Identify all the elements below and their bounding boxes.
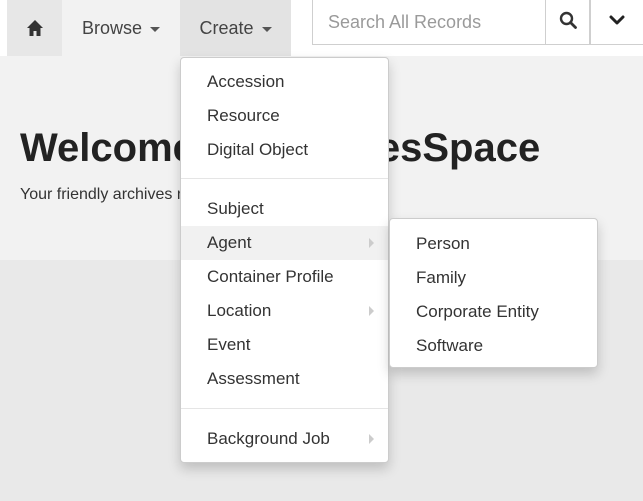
menu-item-label: Assessment bbox=[207, 369, 300, 388]
search-button[interactable] bbox=[545, 0, 590, 45]
menu-item-label: Accession bbox=[207, 72, 285, 91]
menu-item-container-profile[interactable]: Container Profile bbox=[181, 260, 388, 294]
menu-item-label: Container Profile bbox=[207, 267, 334, 286]
chevron-right-icon bbox=[369, 434, 374, 444]
submenu-item-family[interactable]: Family bbox=[390, 261, 597, 295]
search-input[interactable] bbox=[312, 0, 546, 45]
menu-item-label: Subject bbox=[207, 199, 264, 218]
menu-item-label: Background Job bbox=[207, 429, 330, 448]
menu-item-background-job[interactable]: Background Job bbox=[181, 422, 388, 456]
menu-item-label: Location bbox=[207, 301, 272, 320]
menu-item-agent[interactable]: Agent bbox=[181, 226, 388, 260]
top-navbar: Browse Create bbox=[0, 0, 643, 56]
menu-divider bbox=[181, 178, 388, 179]
chevron-right-icon bbox=[369, 238, 374, 248]
browse-label: Browse bbox=[81, 17, 143, 38]
create-menu-button[interactable]: Create bbox=[180, 0, 291, 56]
search-icon bbox=[559, 11, 577, 34]
create-label: Create bbox=[199, 17, 254, 38]
submenu-item-corporate-entity[interactable]: Corporate Entity bbox=[390, 295, 597, 329]
menu-item-label: Digital Object bbox=[207, 140, 309, 159]
caret-down-icon bbox=[150, 26, 161, 32]
menu-item-resource[interactable]: Resource bbox=[181, 99, 388, 133]
menu-item-label: Corporate Entity bbox=[416, 302, 539, 321]
caret-down-icon bbox=[261, 26, 272, 32]
menu-item-label: Event bbox=[207, 335, 251, 354]
menu-item-label: Family bbox=[416, 268, 467, 287]
menu-item-location[interactable]: Location bbox=[181, 294, 388, 328]
menu-item-subject[interactable]: Subject bbox=[181, 192, 388, 226]
menu-divider bbox=[181, 408, 388, 409]
search-options-button[interactable] bbox=[590, 0, 643, 45]
menu-item-label: Resource bbox=[207, 106, 280, 125]
home-icon bbox=[26, 19, 44, 37]
agent-submenu: Person Family Corporate Entity Software bbox=[389, 218, 598, 368]
create-dropdown-menu: Accession Resource Digital Object Subjec… bbox=[180, 57, 389, 463]
chevron-right-icon bbox=[369, 306, 374, 316]
menu-item-label: Software bbox=[416, 336, 484, 355]
submenu-item-software[interactable]: Software bbox=[390, 329, 597, 363]
menu-item-event[interactable]: Event bbox=[181, 328, 388, 362]
chevron-down-icon bbox=[609, 13, 625, 31]
home-button[interactable] bbox=[7, 0, 62, 56]
submenu-item-person[interactable]: Person bbox=[390, 227, 597, 261]
menu-item-accession[interactable]: Accession bbox=[181, 65, 388, 99]
browse-menu-button[interactable]: Browse bbox=[62, 0, 180, 56]
menu-item-digital-object[interactable]: Digital Object bbox=[181, 133, 388, 167]
menu-item-label: Agent bbox=[207, 233, 252, 252]
menu-item-assessment[interactable]: Assessment bbox=[181, 362, 388, 396]
menu-item-label: Person bbox=[416, 234, 470, 253]
